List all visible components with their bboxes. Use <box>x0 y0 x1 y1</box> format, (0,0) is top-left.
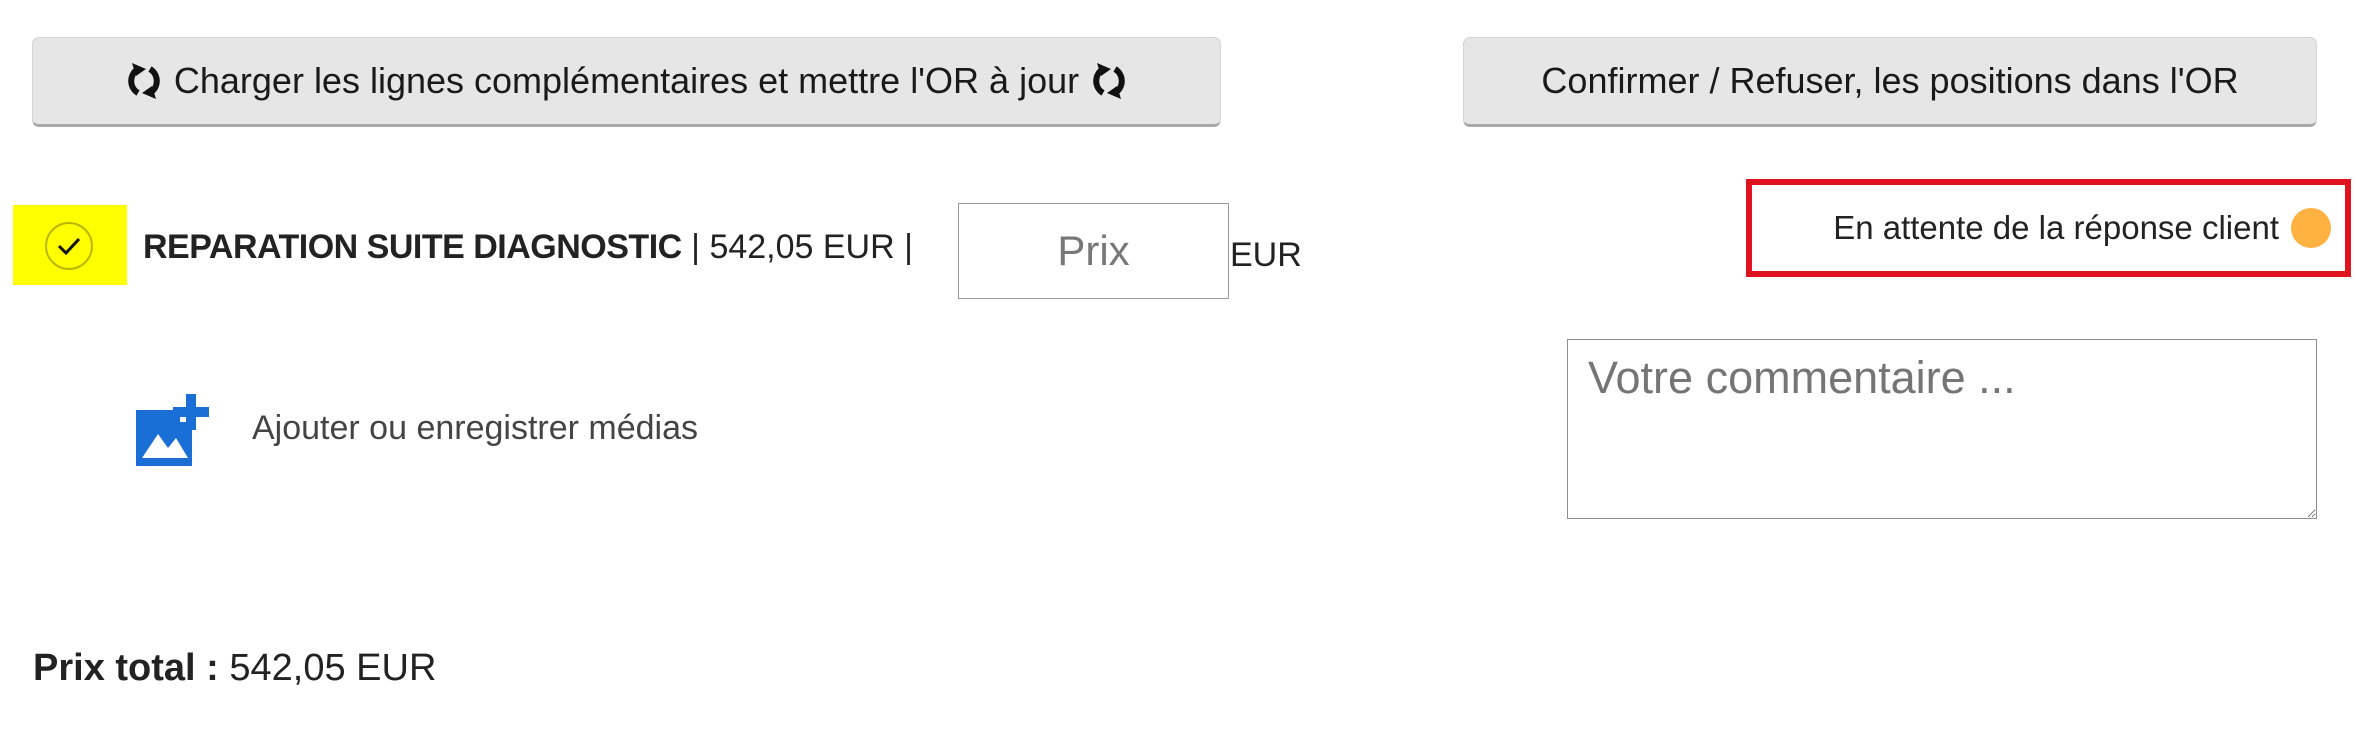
separator: | <box>894 228 913 266</box>
total-label: Prix total : <box>33 647 219 689</box>
line-item-label: REPARATION SUITE DIAGNOSTIC | 542,05 EUR… <box>143 228 913 267</box>
status-indicator: En attente de la réponse client <box>1746 179 2351 277</box>
add-media-label[interactable]: Ajouter ou enregistrer médias <box>252 409 698 448</box>
load-complementary-lines-button[interactable]: Charger les lignes complémentaires et me… <box>32 37 1221 127</box>
line-item-checkbox[interactable] <box>13 205 127 285</box>
line-item-title: REPARATION SUITE DIAGNOSTIC <box>143 228 682 266</box>
refresh-icon <box>128 63 160 99</box>
price-input[interactable] <box>958 203 1229 299</box>
load-button-label: Charger les lignes complémentaires et me… <box>173 60 1080 101</box>
status-dot-icon <box>2291 208 2331 248</box>
confirm-refuse-button[interactable]: Confirmer / Refuser, les positions dans … <box>1463 37 2317 127</box>
confirm-button-label: Confirmer / Refuser, les positions dans … <box>1541 60 2239 101</box>
line-item-price: 542,05 EUR <box>709 228 895 266</box>
comment-textarea[interactable] <box>1567 339 2317 519</box>
total-value: 542,05 EUR <box>218 647 437 689</box>
refresh-icon <box>1093 63 1125 99</box>
total-price: Prix total : 542,05 EUR <box>33 647 436 690</box>
price-unit: EUR <box>1230 236 1302 274</box>
status-text: En attente de la réponse client <box>1833 209 2279 246</box>
checkmark-icon <box>45 222 93 270</box>
add-photo-icon[interactable] <box>130 390 214 472</box>
separator: | <box>681 228 710 266</box>
